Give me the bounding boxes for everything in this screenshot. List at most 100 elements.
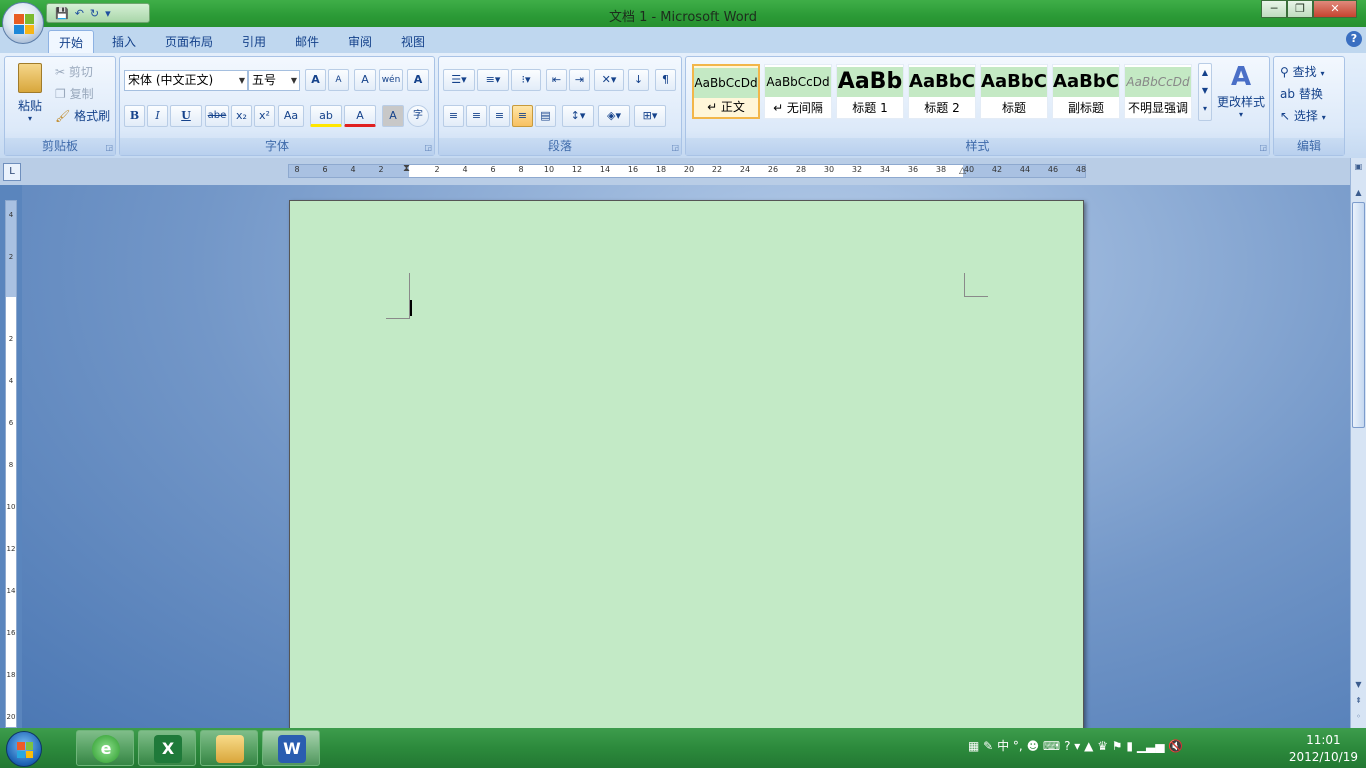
network-icon[interactable]: ▁▃▅	[1137, 739, 1165, 753]
tab-review[interactable]: 审阅	[338, 30, 382, 53]
scroll-down-icon[interactable]: ▼	[1352, 680, 1365, 689]
line-spacing-button[interactable]: ↕▾	[562, 105, 594, 127]
ruler-toggle-icon[interactable]: ▣	[1352, 162, 1365, 171]
phonetic-guide-button[interactable]: wén	[379, 69, 403, 91]
tab-insert[interactable]: 插入	[102, 30, 146, 53]
numbering-button[interactable]: ≡▾	[477, 69, 509, 91]
align-right-button[interactable]: ≡	[489, 105, 510, 127]
right-indent-marker-icon[interactable]: △	[959, 166, 966, 176]
qq-icon[interactable]: ♛	[1097, 739, 1108, 753]
style-subtle-emphasis[interactable]: AaBbCcDd 不明显强调	[1124, 64, 1192, 119]
help-icon[interactable]: ?	[1346, 31, 1362, 47]
character-border-button[interactable]: A	[407, 69, 429, 91]
scroll-up-icon[interactable]: ▲	[1352, 188, 1365, 197]
help-tray-icon[interactable]: ?	[1064, 739, 1070, 753]
clock[interactable]: 11:01 2012/10/19	[1289, 732, 1358, 766]
enclose-characters-button[interactable]: 字	[407, 105, 429, 127]
taskbar-explorer[interactable]	[200, 730, 258, 766]
tab-mailings[interactable]: 邮件	[285, 30, 329, 53]
superscript-button[interactable]: x²	[254, 105, 275, 127]
ime-bar-icon[interactable]: ▦	[968, 739, 979, 753]
style-no-spacing[interactable]: AaBbCcDd ↵ 无间隔	[764, 64, 832, 119]
tab-selector-button[interactable]: L	[3, 163, 21, 181]
cut-button[interactable]: ✂ 剪切	[55, 63, 93, 80]
tab-page-layout[interactable]: 页面布局	[155, 30, 223, 53]
device-icon[interactable]: ▮	[1126, 739, 1133, 753]
dialog-launcher-icon[interactable]: ◲	[671, 143, 679, 152]
clear-format-button[interactable]: A	[354, 69, 376, 91]
previous-page-icon[interactable]: ⇞	[1352, 696, 1365, 705]
customize-qat-icon[interactable]: ▾	[105, 8, 111, 19]
style-subtitle[interactable]: AaBbC 副标题	[1052, 64, 1120, 119]
chinese-layout-button[interactable]: ✕▾	[594, 69, 624, 91]
strikethrough-button[interactable]: abe	[205, 105, 229, 127]
redo-icon[interactable]: ↻	[90, 8, 99, 19]
sort-button[interactable]: ↓	[628, 69, 649, 91]
document-page[interactable]	[289, 200, 1084, 740]
volume-icon[interactable]: 🔇	[1168, 739, 1183, 753]
format-painter-button[interactable]: 🖌 格式刷	[55, 107, 110, 124]
ime-keyboard-icon[interactable]: ⌨	[1043, 739, 1060, 753]
tab-references[interactable]: 引用	[232, 30, 276, 53]
change-case-button[interactable]: Aa	[278, 105, 304, 127]
undo-icon[interactable]: ↶	[75, 8, 84, 19]
multilevel-list-button[interactable]: ⁝▾	[511, 69, 541, 91]
style-normal[interactable]: AaBbCcDd ↵ 正文	[692, 64, 760, 119]
highlight-button[interactable]: ab	[310, 105, 342, 127]
save-icon[interactable]: 💾	[55, 8, 69, 19]
font-size-combo[interactable]: 五号 ▼	[248, 70, 300, 91]
taskbar-ie[interactable]: e	[76, 730, 134, 766]
bullets-button[interactable]: ☰▾	[443, 69, 475, 91]
next-page-icon[interactable]: ◦	[1352, 712, 1365, 721]
show-hidden-icons-icon[interactable]: ▲	[1084, 739, 1093, 753]
shading-button[interactable]: ◈▾	[598, 105, 630, 127]
maximize-button[interactable]: ❐	[1287, 0, 1313, 18]
styles-scroll[interactable]: ▲ ▼ ▾	[1198, 63, 1212, 121]
indent-marker-icon[interactable]: ⧗	[403, 163, 410, 174]
distributed-button[interactable]: ▤	[535, 105, 556, 127]
increase-indent-button[interactable]: ⇥	[569, 69, 590, 91]
ime-punct[interactable]: °,	[1013, 739, 1023, 753]
show-marks-button[interactable]: ¶	[655, 69, 676, 91]
font-color-button[interactable]: A	[344, 105, 376, 127]
vertical-scrollbar[interactable]: ▣ ▲ ▼ ⇞ ◦	[1350, 158, 1366, 728]
vertical-ruler[interactable]: 4 2 2 4 6 8 10 12 14 16 18 20	[5, 200, 17, 728]
borders-button[interactable]: ⊞▾	[634, 105, 666, 127]
change-styles-button[interactable]: A 更改样式 ▾	[1214, 61, 1268, 119]
minimize-button[interactable]: ─	[1261, 0, 1287, 18]
taskbar-word[interactable]: W	[262, 730, 320, 766]
font-name-combo[interactable]: 宋体 (中文正文) ▼	[124, 70, 248, 91]
start-button[interactable]	[6, 731, 42, 767]
character-shading-button[interactable]: A	[382, 105, 404, 127]
office-button[interactable]	[2, 2, 44, 44]
ime-mode[interactable]: 中	[997, 739, 1009, 753]
align-left-button[interactable]: ≡	[443, 105, 464, 127]
align-center-button[interactable]: ≡	[466, 105, 487, 127]
subscript-button[interactable]: x₂	[231, 105, 252, 127]
italic-button[interactable]: I	[147, 105, 168, 127]
justify-button[interactable]: ≡	[512, 105, 533, 127]
ime-menu-icon[interactable]: ▾	[1074, 739, 1080, 753]
close-button[interactable]: ✕	[1313, 0, 1357, 18]
grow-font-button[interactable]: A	[305, 69, 326, 91]
find-button[interactable]: ⚲ 查找 ▾	[1280, 63, 1324, 80]
shrink-font-button[interactable]: A	[328, 69, 349, 91]
ime-skin-icon[interactable]: ☻	[1027, 739, 1040, 753]
tab-view[interactable]: 视图	[391, 30, 435, 53]
dialog-launcher-icon[interactable]: ◲	[105, 143, 113, 152]
taskbar-excel[interactable]: X	[138, 730, 196, 766]
replace-button[interactable]: ab 替换	[1280, 85, 1323, 102]
tab-home[interactable]: 开始	[48, 30, 95, 53]
copy-button[interactable]: ❐ 复制	[55, 85, 94, 102]
paste-button[interactable]: 粘贴 ▾	[11, 61, 49, 131]
dialog-launcher-icon[interactable]: ◲	[1259, 143, 1267, 152]
bold-button[interactable]: B	[124, 105, 145, 127]
style-heading-1[interactable]: AaBb 标题 1	[836, 64, 904, 119]
dialog-launcher-icon[interactable]: ◲	[424, 143, 432, 152]
underline-button[interactable]: U	[170, 105, 202, 127]
select-button[interactable]: ↖ 选择 ▾	[1280, 107, 1326, 124]
ime-tool-icon[interactable]: ✎	[983, 739, 993, 753]
style-heading-2[interactable]: AaBbC 标题 2	[908, 64, 976, 119]
horizontal-ruler[interactable]: 8 6 4 2 2 4 6 8 10 12 14 16 18 20 22 24 26 28 30 32 34 36 38 40…	[288, 163, 1086, 178]
security-icon[interactable]: ⚑	[1112, 739, 1123, 753]
